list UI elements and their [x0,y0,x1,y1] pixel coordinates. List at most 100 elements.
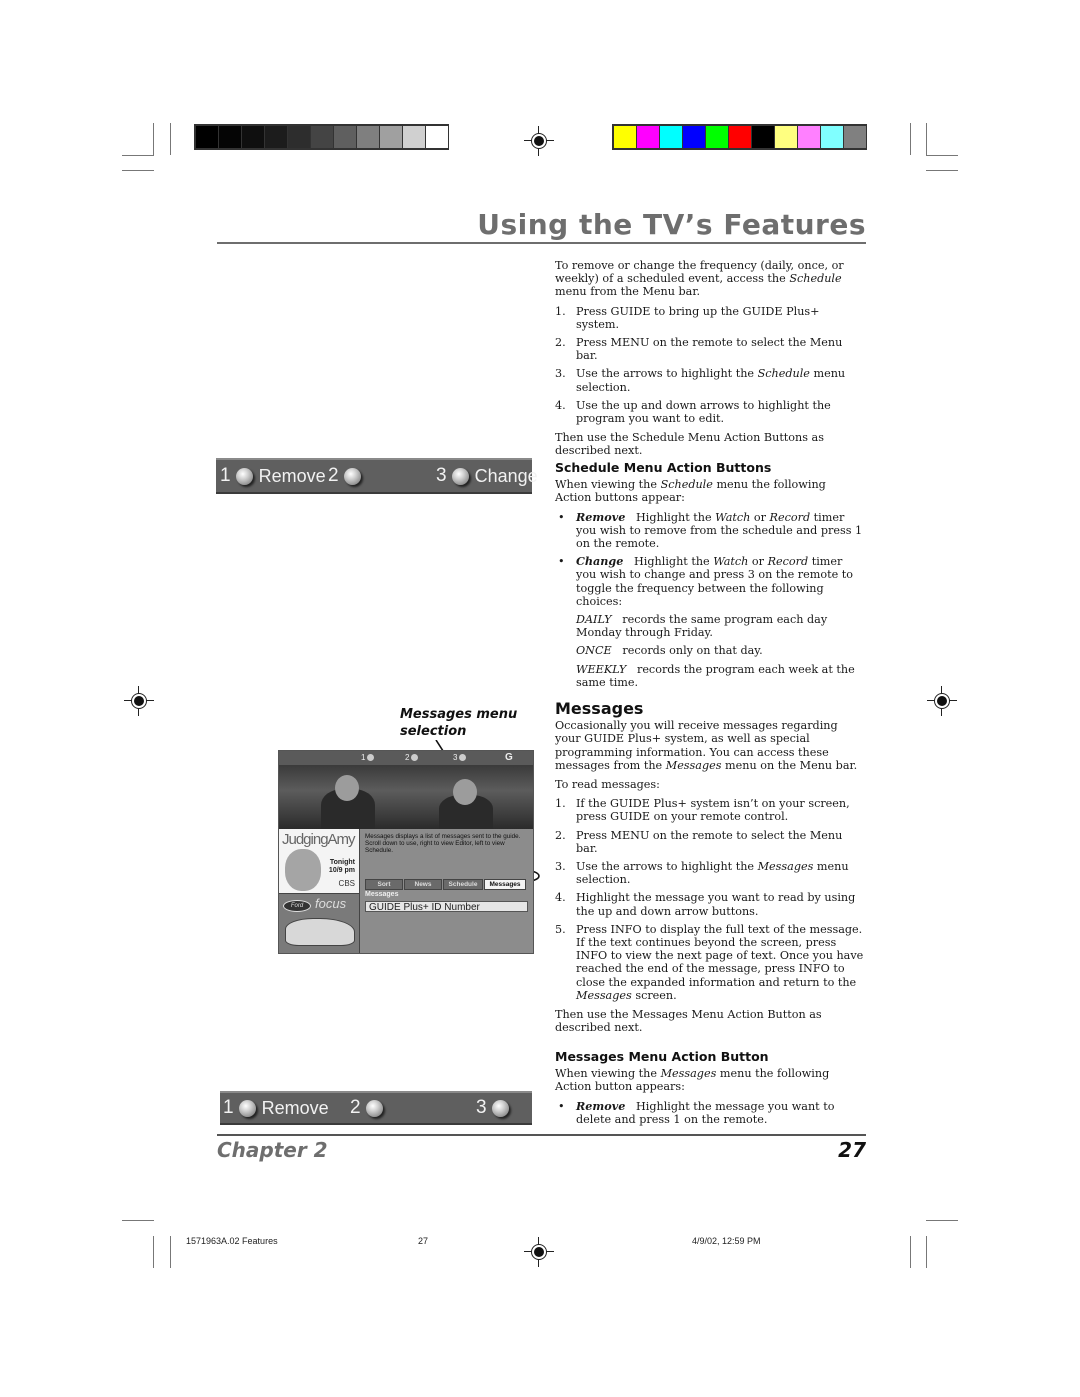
messages-steps: 1. If the GUIDE Plus+ system isn’t on you… [555,797,865,1002]
network-logo: CBS [338,879,355,888]
remote-button-icon [343,467,361,485]
tab-sort[interactable]: Sort [365,879,403,890]
registration-mark-icon [927,686,957,716]
page-title: Using the TV’s Features [477,208,866,241]
key-label: 2 [350,1097,361,1118]
remote-button-icon [491,1099,509,1117]
program-promo: JudgingAmy Tonight 10/9 pm CBS [279,829,360,893]
color-swatch [219,126,241,148]
tab-schedule[interactable]: Schedule [443,879,483,890]
color-swatch [844,126,866,148]
ad-logo: Ford [283,900,311,912]
action-label: Remove [258,465,326,486]
guide-plus-screen: 1 2 3 G JudgingAmy Tonight 10/9 pm CBS Fo… [278,750,534,954]
crop-mark [170,123,171,155]
color-swatch [798,126,820,148]
color-swatch [380,126,402,148]
action-button-3: 3 [476,1097,515,1119]
crop-mark [170,1236,171,1268]
color-swatch [288,126,310,148]
remote-button-icon [235,467,253,485]
crop-mark [153,123,154,155]
action-button-1: 1 Remove [220,465,326,487]
screen-key: 2 [405,753,419,762]
choice-item: WEEKLY records the program each week at … [576,662,855,689]
color-swatch [614,126,636,148]
messages-lead: To read messages: [555,778,660,792]
list-item: • Remove Highlight the Watch or Record t… [558,509,863,551]
list-item: 5. Press INFO to display the full text of… [555,922,864,1002]
tab-news[interactable]: News [404,879,442,890]
crop-mark [926,1236,927,1268]
crop-mark [926,1220,958,1221]
color-swatch [775,126,797,148]
action-button-2: 2 [350,1097,389,1119]
key-label: 3 [436,465,447,486]
action-label: Remove [261,1097,329,1118]
list-item: • Change Highlight the Watch or Record t… [558,554,853,608]
color-swatch [706,126,728,148]
registration-mark-icon [124,686,154,716]
promo-show-title: JudgingAmy [282,831,356,848]
color-swatch [403,126,425,148]
color-swatch [357,126,379,148]
figure-callout: Messages menu selection [400,706,517,740]
promo-time: Tonight 10/9 pm [328,859,355,874]
crop-mark [122,1220,154,1221]
remote-button-icon [238,1099,256,1117]
menu-description: Messages displays a list of messages sen… [365,833,521,854]
remote-button-icon [451,467,469,485]
grayscale-calibration-bar [194,124,449,150]
list-item: 2. Press MENU on the remote to select the… [555,828,843,855]
intro-section: To remove or change the frequency (daily… [555,259,865,464]
message-list-item[interactable]: GUIDE Plus+ ID Number [365,901,528,913]
action-button-3: 3 Change [436,465,538,487]
color-swatch [752,126,774,148]
color-swatch [660,126,682,148]
color-swatch [821,126,843,148]
intro-steps: 1. Press GUIDE to bring up the GUIDE Plus… [555,305,865,426]
section-intro: When viewing the Schedule menu the follo… [555,478,826,505]
messages-action-bar: 1 Remove 2 3 [220,1091,532,1125]
list-item: 1. If the GUIDE Plus+ system isn’t on you… [555,797,850,824]
callout-line: Messages menu [400,707,518,722]
chapter-label: Chapter 2 [217,1138,328,1162]
messages-label: Messages [365,891,399,898]
messages-action-section: Messages Menu Action Button When viewing… [555,1050,865,1131]
list-item: 4. Use the up and down arrows to highligh… [555,398,831,426]
registration-mark-icon [524,1237,554,1267]
section-heading: Messages Menu Action Button [555,1049,769,1064]
crop-mark [122,155,154,156]
screen-key: 3 [453,753,467,762]
car-image [285,918,355,946]
list-item: • Remove Highlight the message you want … [558,1098,835,1126]
messages-section: Messages Occasionally you will receive m… [555,700,865,1040]
tab-messages[interactable]: Messages [484,879,526,890]
live-video-window [279,765,533,829]
messages-intro: Occasionally you will receive messages r… [555,719,858,772]
color-swatch [334,126,356,148]
key-label: 3 [476,1097,487,1118]
section-intro: When viewing the Messages menu the follo… [555,1067,830,1094]
section-heading: Schedule Menu Action Buttons [555,460,772,475]
action-list: • Remove Highlight the message you want … [555,1098,865,1126]
intro-closing: Then use the Schedule Menu Action Button… [555,431,824,458]
key-label: 2 [328,465,339,486]
action-button-2: 2 [328,465,367,487]
list-item: 2. Press MENU on the remote to select the… [555,336,843,363]
crop-mark [926,155,958,156]
remote-button-icon [365,1099,383,1117]
crop-mark [153,1236,154,1268]
action-label: Change [474,465,538,486]
list-item: 3. Use the arrows to highlight the Schedu… [555,367,846,394]
choice-item: ONCE records only on that day. [576,644,763,658]
crop-mark [910,123,911,155]
color-swatch [196,126,218,148]
slug-filename: 1571963A.02 Features [186,1236,278,1246]
schedule-action-bar: 1 Remove 2 3 Change [216,458,538,494]
color-swatch [311,126,333,148]
choice-item: DAILY records the same program each day … [576,613,828,640]
screen-top-bar: 1 2 3 G [279,751,533,765]
action-list: • Remove Highlight the Watch or Record t… [555,509,865,608]
messages-closing: Then use the Messages Menu Action Button… [555,1008,822,1035]
